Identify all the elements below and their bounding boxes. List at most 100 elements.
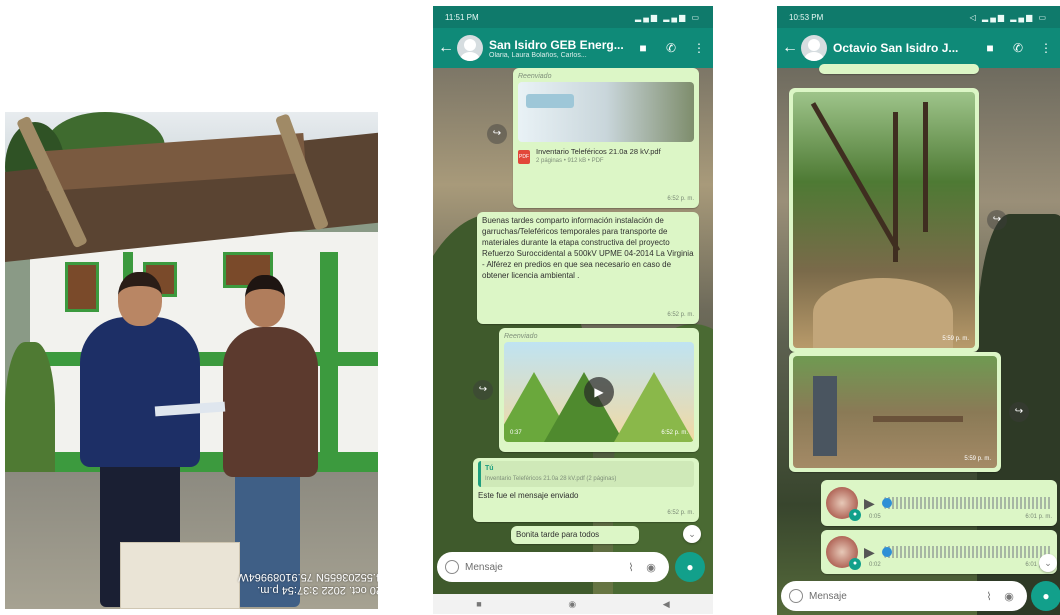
emoji-icon[interactable] [445, 560, 459, 574]
message-input[interactable]: Mensaje [809, 591, 979, 602]
tree-trunk [810, 102, 901, 252]
construction-site-photo: 5:59 p. m. [793, 356, 997, 468]
home-icon[interactable]: ◉ [568, 599, 576, 610]
green-post [320, 252, 338, 467]
chat-header: ← San Isidro GEB Energ... Olaria, Laura … [433, 28, 713, 68]
message-time: 6:01 p. m. [1025, 514, 1052, 520]
chat-header: ← Octavio San Isidro J... ■ ✆ ⋮ [777, 28, 1060, 68]
scroll-down-icon[interactable]: ⌄ [1039, 554, 1057, 572]
message-time: 6:52 p. m. [667, 312, 694, 318]
message-text: Buenas tardes comparto información insta… [482, 216, 694, 280]
status-time: 11:51 PM [445, 12, 479, 22]
fallen-log [873, 416, 963, 422]
voice-call-icon[interactable]: ✆ [657, 41, 685, 55]
nav-back-icon[interactable]: ◀ [663, 599, 670, 610]
image-message[interactable]: 5:59 p. m. [789, 352, 1001, 472]
video-duration: 0:37 [510, 430, 522, 436]
document-meta: 2 páginas • 912 kB • PDF [536, 158, 604, 164]
attach-icon[interactable]: ⌇ [621, 561, 641, 574]
forward-share-icon[interactable]: ↪ [487, 124, 507, 144]
message-input[interactable]: Mensaje [465, 562, 621, 573]
message-input-bar[interactable]: Mensaje ⌇ ◉ [781, 581, 1027, 611]
quoted-message[interactable]: Tú Inventario Teleféricos 21.0a 28 kV.pd… [478, 461, 694, 487]
reply-text: Este fue el mensaje enviado [478, 491, 579, 500]
chat-title-block[interactable]: Octavio San Isidro J... [833, 41, 976, 55]
message-input-bar[interactable]: Mensaje ⌇ ◉ [437, 552, 669, 582]
voice-call-icon[interactable]: ✆ [1004, 41, 1032, 55]
attach-icon[interactable]: ⌇ [979, 590, 999, 603]
more-menu-icon[interactable]: ⋮ [685, 41, 713, 55]
mic-button[interactable]: ● [675, 552, 705, 582]
audio-waveform[interactable] [882, 546, 1052, 558]
timestamp-coords: 4.55203655N 75.91089964W [238, 571, 378, 583]
forwarded-label: Reenviado [518, 73, 552, 80]
audio-seek-handle[interactable] [882, 498, 892, 508]
field-photo: 20 oct. 2022 3:37:54 p.m. 4.55203655N 75… [5, 112, 378, 609]
video-play-icon[interactable]: ▶ [584, 377, 614, 407]
camera-icon[interactable]: ◉ [641, 561, 661, 574]
camera-icon[interactable]: ◉ [999, 590, 1019, 603]
thumb-mountain [544, 372, 624, 442]
forward-share-icon[interactable]: ↪ [473, 380, 493, 400]
chat-title-block[interactable]: San Isidro GEB Energ... Olaria, Laura Bo… [489, 38, 629, 59]
contact-avatar[interactable] [801, 35, 827, 61]
phone-screenshot-direct-chat: 10:53 PM ◁ ▂▄▆ ▂▄▆ ▭ ← Octavio San Isidr… [777, 6, 1060, 615]
sender-avatar: ● [826, 536, 861, 570]
voice-message[interactable]: ● ▶ 0:02 6:01 p. m. [821, 530, 1057, 574]
status-bar: 11:51 PM ▂▄▆ ▂▄▆ ▭ [433, 6, 713, 28]
audio-play-icon[interactable]: ▶ [864, 496, 880, 510]
forwarded-label: Reenviado [504, 333, 538, 340]
video-message[interactable]: Reenviado ▶ 0:37 6:52 p. m. [499, 328, 699, 452]
scroll-down-icon[interactable]: ⌄ [683, 525, 701, 543]
document-name: Inventario Teleféricos 21.0a 28 kV.pdf [536, 147, 661, 156]
video-call-icon[interactable]: ■ [629, 41, 657, 55]
timestamp-date: 20 oct. 2022 3:37:54 p.m. [257, 584, 378, 596]
voice-message[interactable]: ● ▶ 0:05 6:01 p. m. [821, 480, 1057, 526]
document-preview [518, 82, 694, 142]
status-bar: 10:53 PM ◁ ▂▄▆ ▂▄▆ ▭ [777, 6, 1060, 28]
status-icons: ▂▄▆ ▂▄▆ ▭ [635, 12, 701, 22]
audio-waveform[interactable] [882, 497, 1052, 509]
phone-screenshot-group-chat: 11:51 PM ▂▄▆ ▂▄▆ ▭ ← San Isidro GEB Ener… [433, 6, 713, 614]
dirt-road [813, 278, 953, 348]
image-message[interactable]: 5:59 p. m. [789, 88, 979, 352]
text-message[interactable]: Bonita tarde para todos [511, 526, 639, 544]
audio-duration: 0:02 [869, 562, 881, 568]
reply-message[interactable]: Tú Inventario Teleféricos 21.0a 28 kV.pd… [473, 458, 699, 522]
person-left-jacket [80, 317, 200, 467]
sender-avatar: ● [826, 487, 861, 521]
document-logo [526, 94, 574, 108]
recents-icon[interactable]: ■ [476, 599, 481, 609]
text-message[interactable]: Buenas tardes comparto información insta… [477, 212, 699, 324]
previous-message-edge [819, 64, 979, 74]
audio-play-icon[interactable]: ▶ [864, 545, 880, 559]
pdf-file-icon: PDF [518, 150, 530, 164]
person-left-head [118, 272, 162, 326]
quoted-text: Inventario Teleféricos 21.0a 28 kV.pdf (… [485, 476, 617, 482]
person-right-sweater [223, 327, 318, 477]
mic-badge-icon: ● [849, 558, 861, 570]
window [65, 262, 99, 312]
message-time: 5:59 p. m. [964, 456, 991, 462]
construction-site-photo: 5:59 p. m. [793, 92, 975, 348]
forward-share-icon[interactable]: ↪ [1009, 402, 1029, 422]
photo-timestamp: 20 oct. 2022 3:37:54 p.m. 4.55203655N 75… [10, 570, 378, 596]
audio-seek-handle[interactable] [882, 547, 892, 557]
android-nav-bar: ■ ◉ ◀ [433, 594, 713, 614]
message-time: 6:52 p. m. [667, 510, 694, 516]
chat-participants: Olaria, Laura Bolaños, Carlos... [489, 51, 587, 59]
document-message[interactable]: Reenviado PDF Inventario Teleféricos 21.… [513, 68, 699, 208]
group-avatar[interactable] [457, 35, 483, 61]
video-call-icon[interactable]: ■ [976, 41, 1004, 55]
person-right-head [245, 275, 285, 327]
message-time: 6:52 p. m. [661, 430, 688, 436]
emoji-icon[interactable] [789, 589, 803, 603]
forward-share-icon[interactable]: ↪ [987, 210, 1007, 230]
tree-trunk [923, 102, 928, 232]
mic-button[interactable]: ● [1031, 581, 1060, 611]
back-arrow-icon[interactable]: ← [781, 39, 799, 57]
more-menu-icon[interactable]: ⋮ [1032, 41, 1060, 55]
chat-title: Octavio San Isidro J... [833, 41, 959, 55]
back-arrow-icon[interactable]: ← [437, 39, 455, 57]
message-text: Bonita tarde para todos [516, 530, 600, 539]
